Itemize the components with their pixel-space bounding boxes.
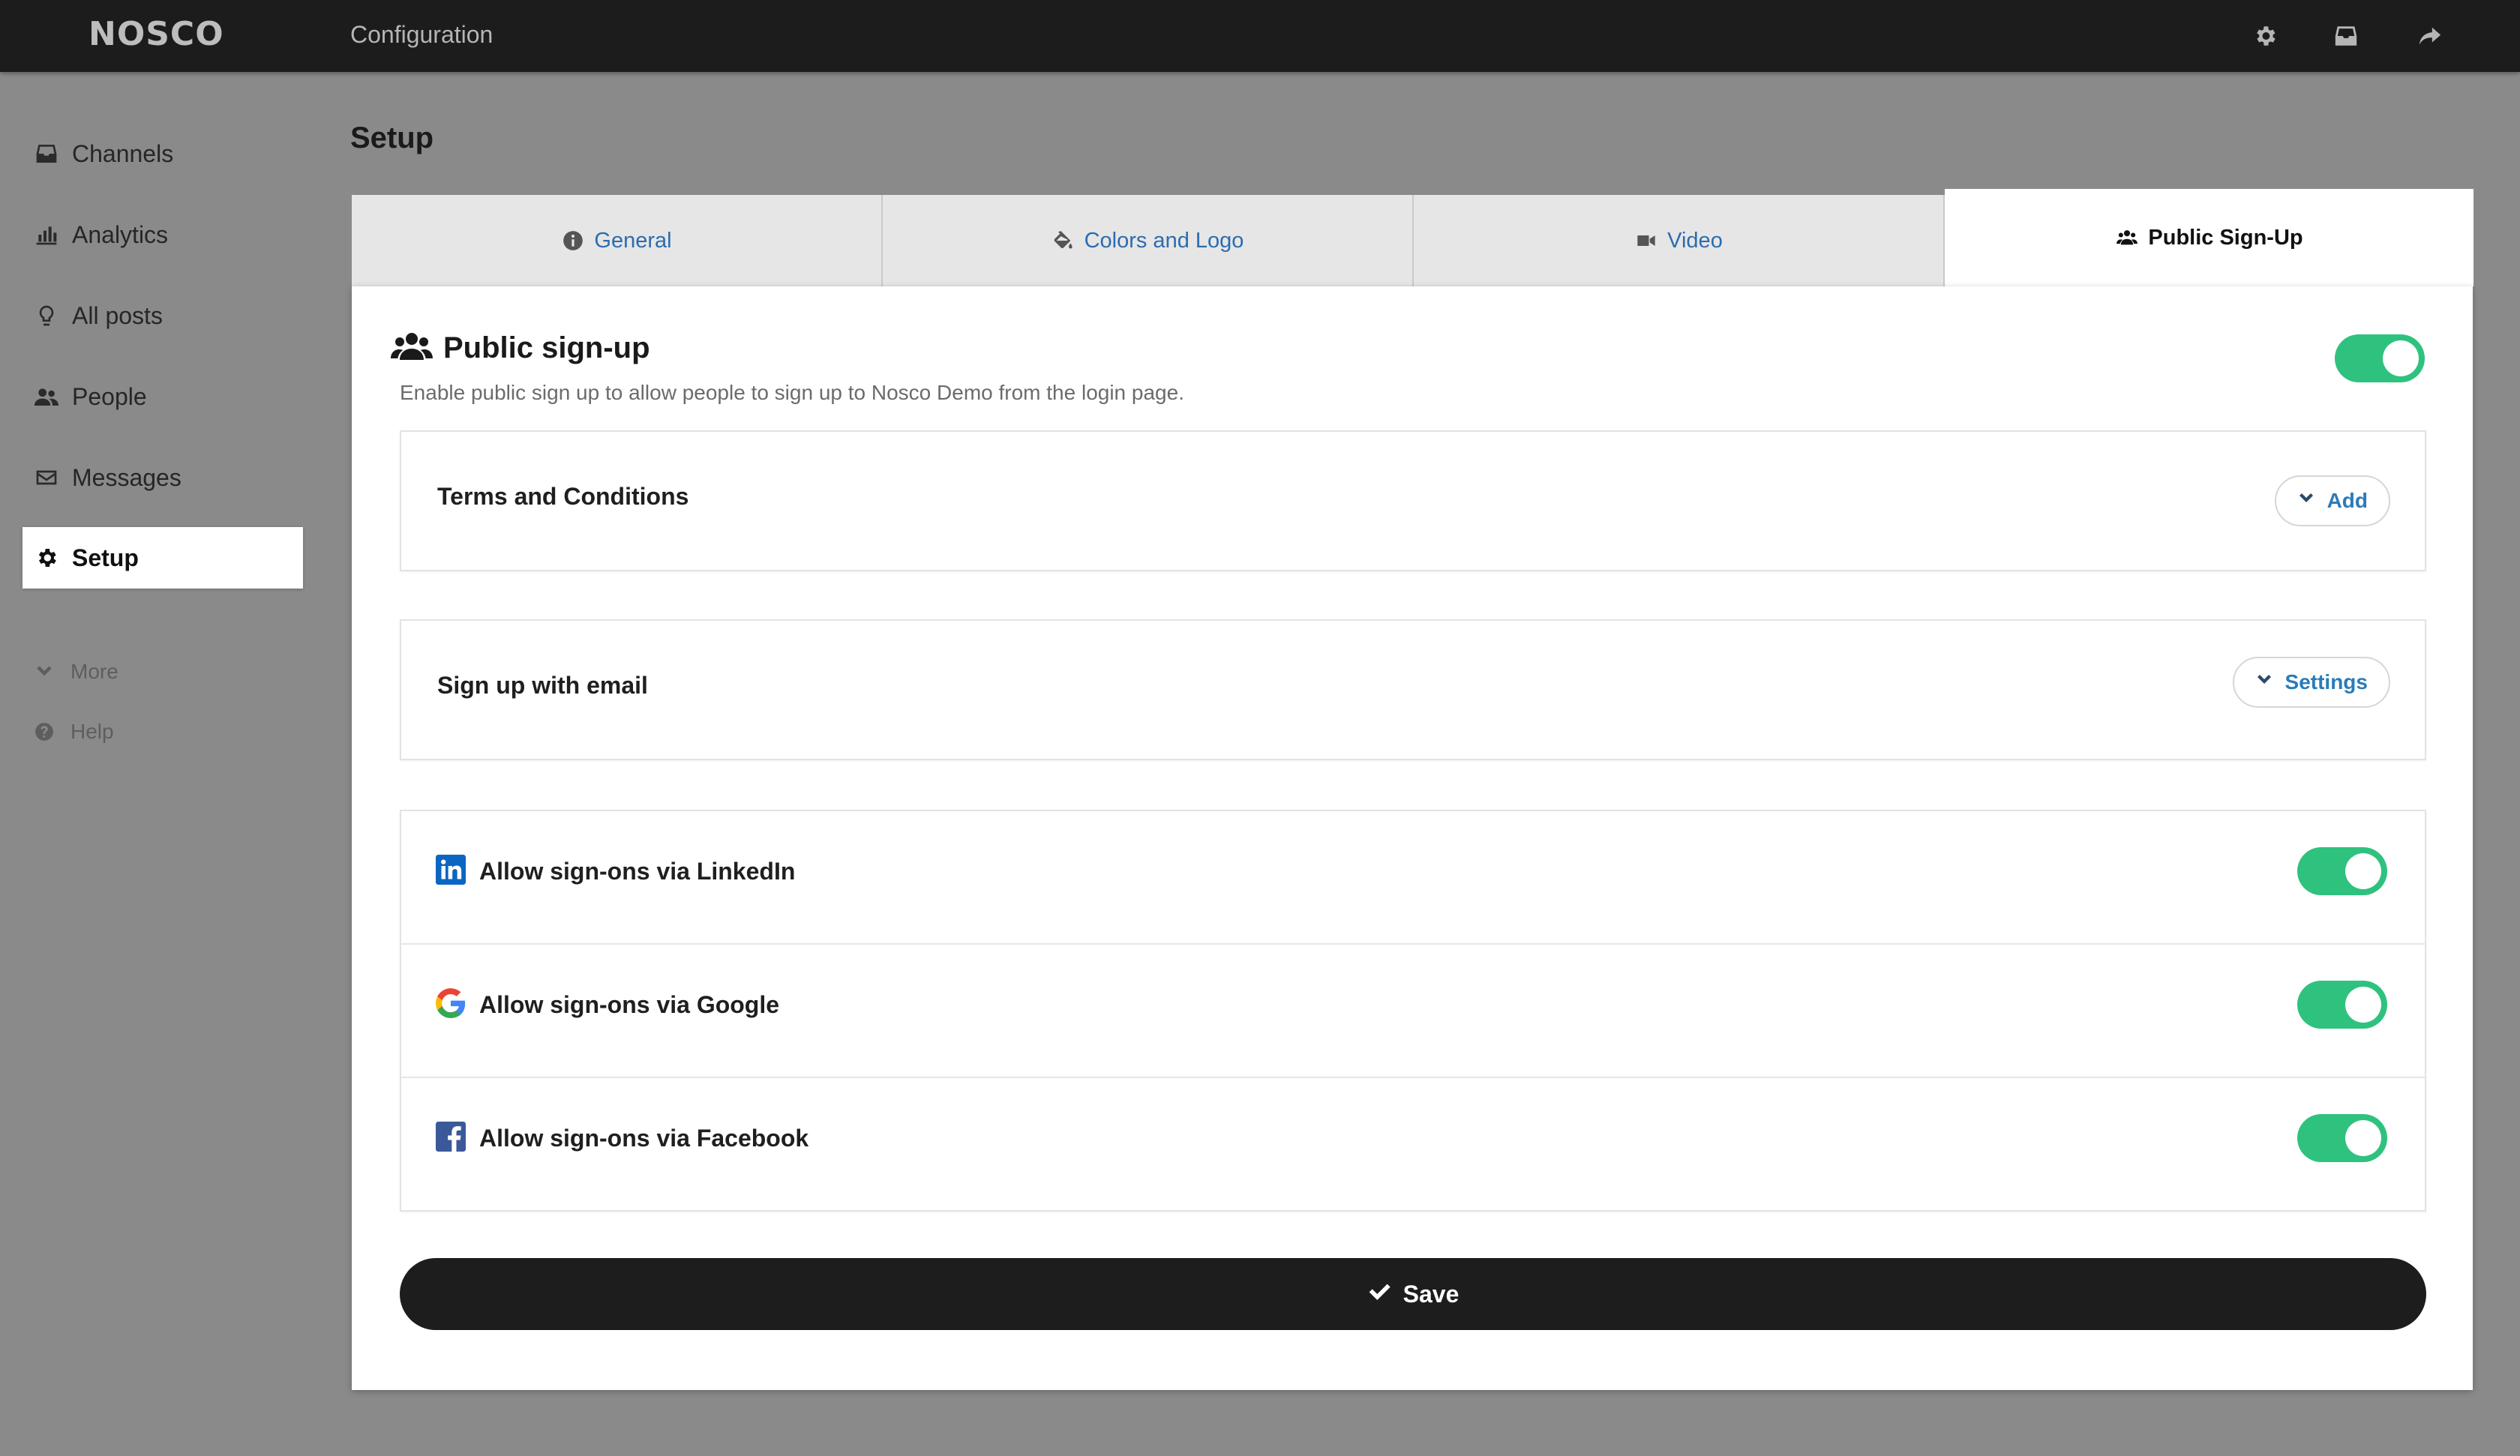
linkedin-icon: [436, 855, 466, 885]
sidebar-help-label: Help: [70, 720, 114, 743]
gear-icon: [33, 544, 60, 571]
sidebar-item-all-posts[interactable]: All posts: [22, 285, 303, 346]
public-signup-description: Enable public sign up to allow people to…: [400, 381, 1184, 404]
tab-public-sign-up[interactable]: Public Sign-Up: [1945, 189, 2474, 286]
toggle-knob: [2383, 340, 2419, 376]
divider: [401, 943, 2425, 945]
app-logo[interactable]: NOSCO: [88, 15, 224, 53]
share-arrow-icon[interactable]: [2415, 21, 2445, 51]
users-icon: [2115, 226, 2139, 250]
video-camera-icon: [1634, 229, 1658, 253]
sidebar-more-label: More: [70, 660, 118, 683]
email-settings-label: Settings: [2284, 670, 2368, 694]
section-title: Configuration: [350, 21, 494, 48]
gear-icon[interactable]: [2250, 21, 2280, 51]
chevron-down-icon: [2297, 489, 2327, 513]
public-signup-header: Public sign-up: [391, 331, 650, 365]
inbox-icon[interactable]: [2331, 21, 2361, 51]
providers-card: Allow sign-ons via LinkedIn Allow sign-o…: [400, 810, 2426, 1212]
toggle-knob: [2345, 853, 2381, 889]
save-label: Save: [1402, 1280, 1460, 1308]
lightbulb-icon: [33, 302, 60, 329]
linkedin-label: Allow sign-ons via LinkedIn: [479, 858, 796, 885]
facebook-label: Allow sign-ons via Facebook: [479, 1125, 809, 1152]
page-title: Setup: [350, 121, 434, 154]
users-icon: [391, 331, 433, 365]
settings-panel: Public sign-up Enable public sign up to …: [352, 286, 2473, 1390]
save-button[interactable]: Save: [400, 1258, 2426, 1330]
toggle-knob: [2345, 1120, 2381, 1156]
paint-bucket-icon: [1052, 229, 1076, 253]
divider: [401, 1077, 2425, 1078]
terms-label: Terms and Conditions: [437, 483, 689, 510]
sidebar-item-messages[interactable]: Messages: [22, 447, 303, 508]
email-settings-button[interactable]: Settings: [2232, 657, 2390, 708]
public-signup-title: Public sign-up: [443, 331, 650, 364]
chevron-down-icon: [33, 661, 56, 683]
tab-label: Colors and Logo: [1084, 228, 1244, 253]
tab-label: Public Sign-Up: [2148, 225, 2303, 250]
sidebar-item-analytics[interactable]: Analytics: [22, 204, 303, 265]
tab-label: General: [594, 228, 672, 253]
terms-add-label: Add: [2326, 489, 2368, 512]
google-icon: [436, 988, 466, 1018]
linkedin-toggle[interactable]: [2297, 847, 2387, 895]
tab-colors-and-logo[interactable]: Colors and Logo: [883, 195, 1414, 286]
email-signup-card: Sign up with email Settings: [400, 619, 2426, 760]
google-toggle[interactable]: [2297, 981, 2387, 1029]
sidebar-item-label: Analytics: [72, 220, 169, 248]
sidebar-item-setup[interactable]: Setup: [22, 527, 303, 589]
chevron-down-icon: [2255, 670, 2285, 694]
inbox-icon: [33, 140, 60, 167]
sidebar-item-channels[interactable]: Channels: [22, 123, 303, 184]
facebook-toggle[interactable]: [2297, 1114, 2387, 1162]
google-label: Allow sign-ons via Google: [479, 991, 780, 1018]
tab-general[interactable]: General: [352, 195, 883, 286]
sidebar-help[interactable]: Help: [33, 720, 114, 744]
public-signup-toggle[interactable]: [2335, 334, 2425, 382]
sidebar-item-people[interactable]: People: [22, 366, 303, 427]
sidebar-item-label: People: [72, 382, 147, 410]
tab-label: Video: [1667, 228, 1723, 253]
terms-card: Terms and Conditions Add: [400, 430, 2426, 571]
toggle-knob: [2345, 987, 2381, 1023]
sidebar-item-label: All posts: [72, 301, 163, 329]
sidebar-item-label: Setup: [72, 544, 139, 571]
checkmark-icon: [1367, 1279, 1403, 1309]
sidebar-item-label: Messages: [72, 463, 182, 491]
bar-chart-icon: [33, 221, 60, 248]
info-circle-icon: [561, 229, 585, 253]
users-icon: [33, 383, 60, 410]
envelope-icon: [33, 464, 60, 491]
email-signup-label: Sign up with email: [437, 672, 648, 699]
question-circle-icon: [33, 721, 56, 743]
top-bar: NOSCO Configuration: [0, 0, 2520, 72]
sidebar-more[interactable]: More: [33, 660, 118, 684]
tab-bar: General Colors and Logo Video Public Sig…: [352, 189, 2474, 286]
facebook-icon: [436, 1122, 466, 1152]
tab-video[interactable]: Video: [1414, 195, 1945, 286]
sidebar-item-label: Channels: [72, 139, 174, 167]
terms-add-button[interactable]: Add: [2274, 475, 2390, 526]
